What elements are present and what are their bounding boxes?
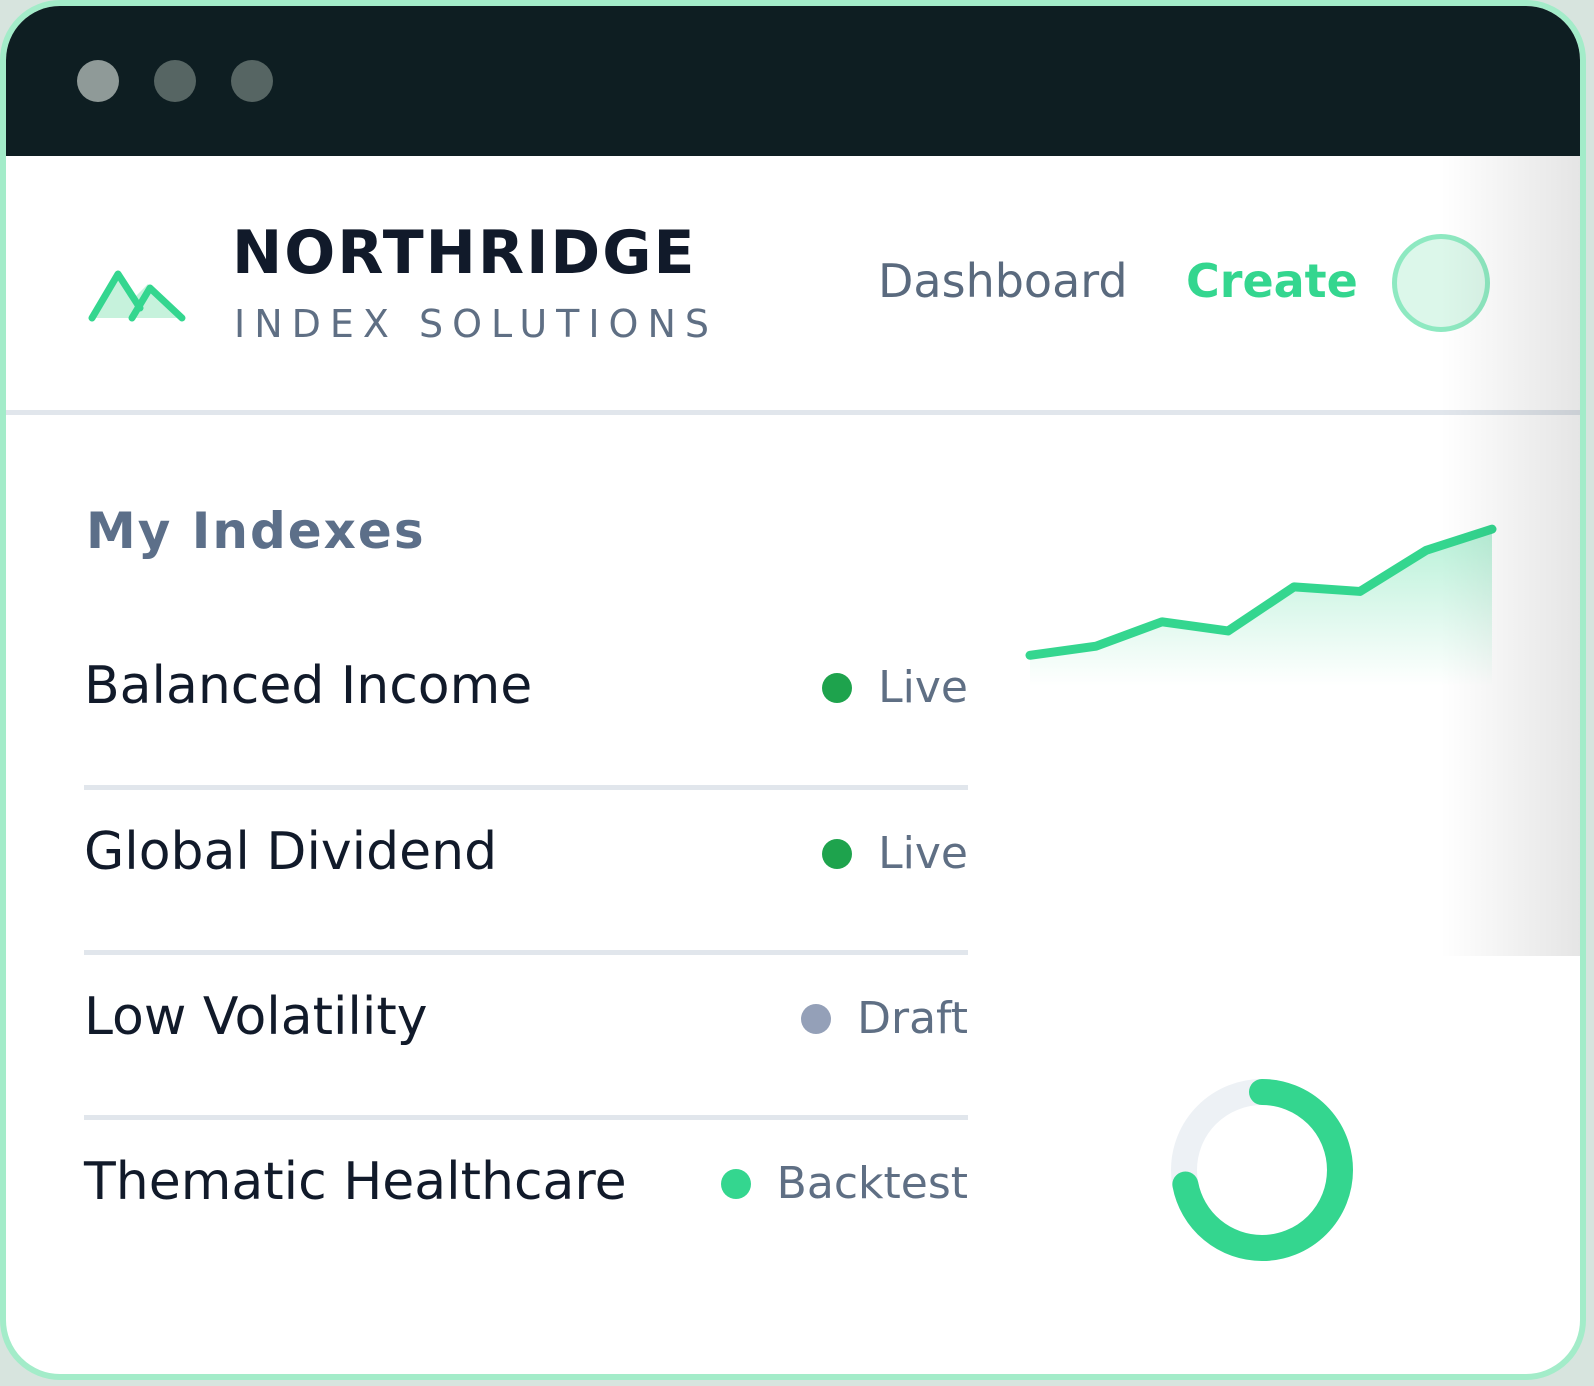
- performance-sparkline: [1025, 524, 1497, 686]
- nav-dashboard-link[interactable]: Dashboard: [878, 254, 1128, 308]
- allocation-donut-chart: [1171, 1079, 1353, 1261]
- maximize-window-button[interactable]: [231, 60, 273, 102]
- app-window: NORTHRIDGE INDEX SOLUTIONS Dashboard Cre…: [0, 0, 1586, 1380]
- title-bar: [6, 6, 1580, 156]
- status-badge: Live: [822, 828, 968, 879]
- status-label: Live: [878, 828, 968, 879]
- status-badge: Draft: [801, 993, 968, 1044]
- user-avatar[interactable]: [1392, 234, 1490, 332]
- index-name: Thematic Healthcare: [84, 1152, 627, 1212]
- index-name: Low Volatility: [84, 987, 428, 1047]
- mountain-icon: [88, 270, 186, 322]
- index-name: Global Dividend: [84, 822, 498, 882]
- index-row-global-dividend[interactable]: Global Dividend Live: [84, 790, 968, 950]
- brand-name: NORTHRIDGE: [232, 218, 697, 288]
- status-dot-icon: [822, 838, 853, 869]
- section-title: My Indexes: [86, 502, 426, 560]
- status-label: Draft: [857, 993, 968, 1044]
- app-header: NORTHRIDGE INDEX SOLUTIONS Dashboard Cre…: [6, 156, 1580, 415]
- index-row-low-volatility[interactable]: Low Volatility Draft: [84, 955, 968, 1115]
- index-name: Balanced Income: [84, 656, 533, 716]
- close-window-button[interactable]: [77, 60, 119, 102]
- status-label: Live: [878, 662, 968, 713]
- status-badge: Live: [822, 662, 968, 713]
- status-dot-icon: [822, 672, 853, 703]
- status-dot-icon: [801, 1003, 832, 1034]
- brand-subtitle: INDEX SOLUTIONS: [234, 302, 719, 346]
- status-badge: Backtest: [720, 1158, 968, 1209]
- minimize-window-button[interactable]: [154, 60, 196, 102]
- status-label: Backtest: [776, 1158, 968, 1209]
- index-row-thematic-healthcare[interactable]: Thematic Healthcare Backtest: [84, 1120, 968, 1280]
- status-dot-icon: [720, 1168, 751, 1199]
- nav-create-link[interactable]: Create: [1186, 254, 1358, 308]
- index-row-balanced-income[interactable]: Balanced Income Live: [84, 624, 968, 784]
